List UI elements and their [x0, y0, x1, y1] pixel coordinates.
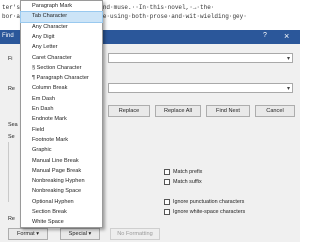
options-divider — [8, 142, 9, 202]
special-menu-item[interactable]: Any Letter — [21, 43, 102, 53]
ignore-punctuation-label: Ignore punctuation characters — [173, 199, 245, 205]
replace-all-button[interactable]: Replace All — [155, 105, 201, 117]
special-menu-item[interactable]: White Space — [21, 218, 102, 228]
special-menu-item[interactable]: En Dash — [21, 105, 102, 115]
ignore-whitespace-label: Ignore white-space characters — [173, 209, 246, 215]
cancel-button[interactable]: Cancel — [255, 105, 295, 117]
special-menu-item[interactable]: ¶ Paragraph Character — [21, 74, 102, 84]
special-menu-item[interactable]: Nonbreaking Hyphen — [21, 177, 102, 187]
special-menu-item[interactable]: Any Character — [21, 23, 102, 33]
special-menu-item[interactable]: Paragraph Mark — [21, 2, 102, 12]
special-menu-item[interactable]: Any Digit — [21, 33, 102, 43]
special-menu-item[interactable]: Endnote Mark — [21, 115, 102, 125]
special-menu-item[interactable]: Manual Line Break — [21, 157, 102, 167]
special-menu-item[interactable]: § Section Character — [21, 64, 102, 74]
special-menu-item[interactable]: Field — [21, 126, 102, 136]
help-icon[interactable]: ? — [263, 32, 267, 39]
match-suffix-label: Match suffix — [173, 179, 202, 185]
search-options-label: Sea — [8, 122, 18, 128]
replace-button[interactable]: Replace — [108, 105, 150, 117]
format-button[interactable]: Format ▾ — [8, 228, 48, 240]
match-prefix-checkbox[interactable] — [164, 169, 170, 175]
replace-section-label: Re — [8, 216, 15, 222]
special-menu-item[interactable]: Section Break — [21, 208, 102, 218]
replace-with-input[interactable]: ▾ — [108, 83, 293, 93]
replace-with-label: Re — [8, 86, 15, 92]
dialog-title: Find — [2, 33, 14, 39]
special-menu-item[interactable]: Em Dash — [21, 95, 102, 105]
chevron-down-icon[interactable]: ▾ — [287, 55, 290, 62]
special-menu-item[interactable]: Nonbreaking Space — [21, 187, 102, 197]
special-menu-item[interactable]: Manual Page Break — [21, 167, 102, 177]
special-menu-item[interactable]: Graphic — [21, 146, 102, 156]
special-button[interactable]: Special ▾ — [60, 228, 100, 240]
find-what-label: Fi — [8, 56, 13, 62]
ignore-punctuation-checkbox[interactable] — [164, 199, 170, 205]
special-dropdown-menu: Paragraph Mark Tab Character Any Character… — [20, 0, 103, 228]
special-menu-item[interactable]: Optional Hyphen — [21, 198, 102, 208]
match-prefix-label: Match prefix — [173, 169, 203, 175]
find-next-button[interactable]: Find Next — [206, 105, 250, 117]
search-direction-label: Se — [8, 134, 15, 140]
find-what-input[interactable]: ▾ — [108, 53, 293, 63]
special-menu-item[interactable]: Caret Character — [21, 54, 102, 64]
match-suffix-checkbox[interactable] — [164, 179, 170, 185]
special-menu-item[interactable]: Column Break — [21, 84, 102, 94]
special-menu-item[interactable]: Tab Character — [20, 11, 103, 24]
special-menu-item[interactable]: Footnote Mark — [21, 136, 102, 146]
close-icon[interactable]: × — [284, 31, 289, 41]
ignore-whitespace-checkbox[interactable] — [164, 209, 170, 215]
chevron-down-icon[interactable]: ▾ — [287, 85, 290, 92]
no-formatting-button[interactable]: No Formatting — [110, 228, 160, 240]
